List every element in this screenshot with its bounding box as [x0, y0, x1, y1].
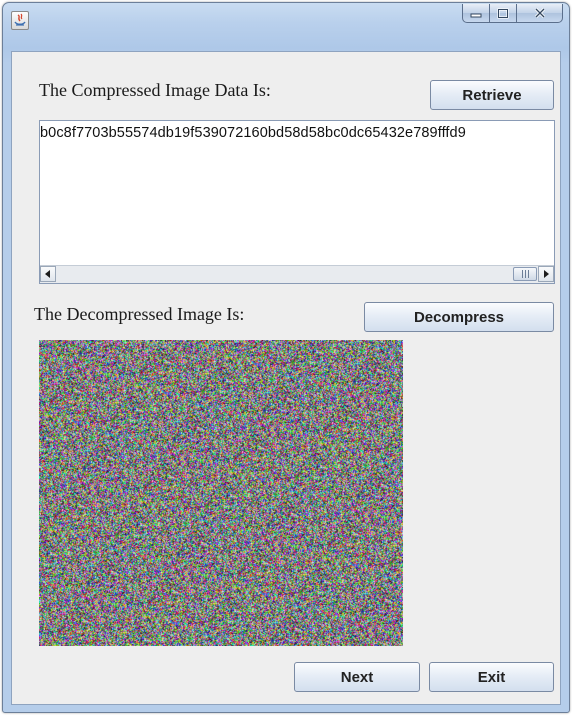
next-button[interactable]: Next [294, 662, 420, 692]
scroll-right-button[interactable] [538, 266, 554, 282]
minimize-button[interactable] [462, 4, 490, 23]
title-bar[interactable] [3, 3, 569, 51]
grip-icon [521, 270, 529, 278]
close-button[interactable] [517, 4, 563, 23]
exit-button[interactable]: Exit [429, 662, 554, 692]
scroll-thumb[interactable] [513, 267, 537, 281]
java-app-icon[interactable] [11, 11, 29, 30]
arrow-left-icon [45, 270, 50, 278]
compressed-data-text[interactable]: b0c8f7703b55574db19f539072160bd58d58bc0d… [40, 125, 554, 141]
decompressed-image-label: The Decompressed Image Is: [34, 304, 245, 324]
arrow-right-icon [544, 270, 549, 278]
window-controls [462, 4, 563, 23]
content-panel: The Compressed Image Data Is: Retrieve b… [11, 51, 561, 705]
decompress-button[interactable]: Decompress [364, 302, 554, 332]
minimize-icon [470, 13, 482, 18]
horizontal-scrollbar[interactable] [40, 265, 554, 283]
compressed-data-textarea[interactable]: b0c8f7703b55574db19f539072160bd58d58bc0d… [39, 120, 555, 284]
scroll-left-button[interactable] [40, 266, 56, 282]
app-window: The Compressed Image Data Is: Retrieve b… [2, 2, 570, 713]
maximize-button[interactable] [490, 4, 517, 23]
close-icon [534, 7, 545, 19]
compressed-data-label: The Compressed Image Data Is: [39, 80, 271, 100]
maximize-icon [497, 7, 509, 19]
retrieve-button[interactable]: Retrieve [430, 80, 554, 110]
decompressed-image [39, 340, 403, 646]
